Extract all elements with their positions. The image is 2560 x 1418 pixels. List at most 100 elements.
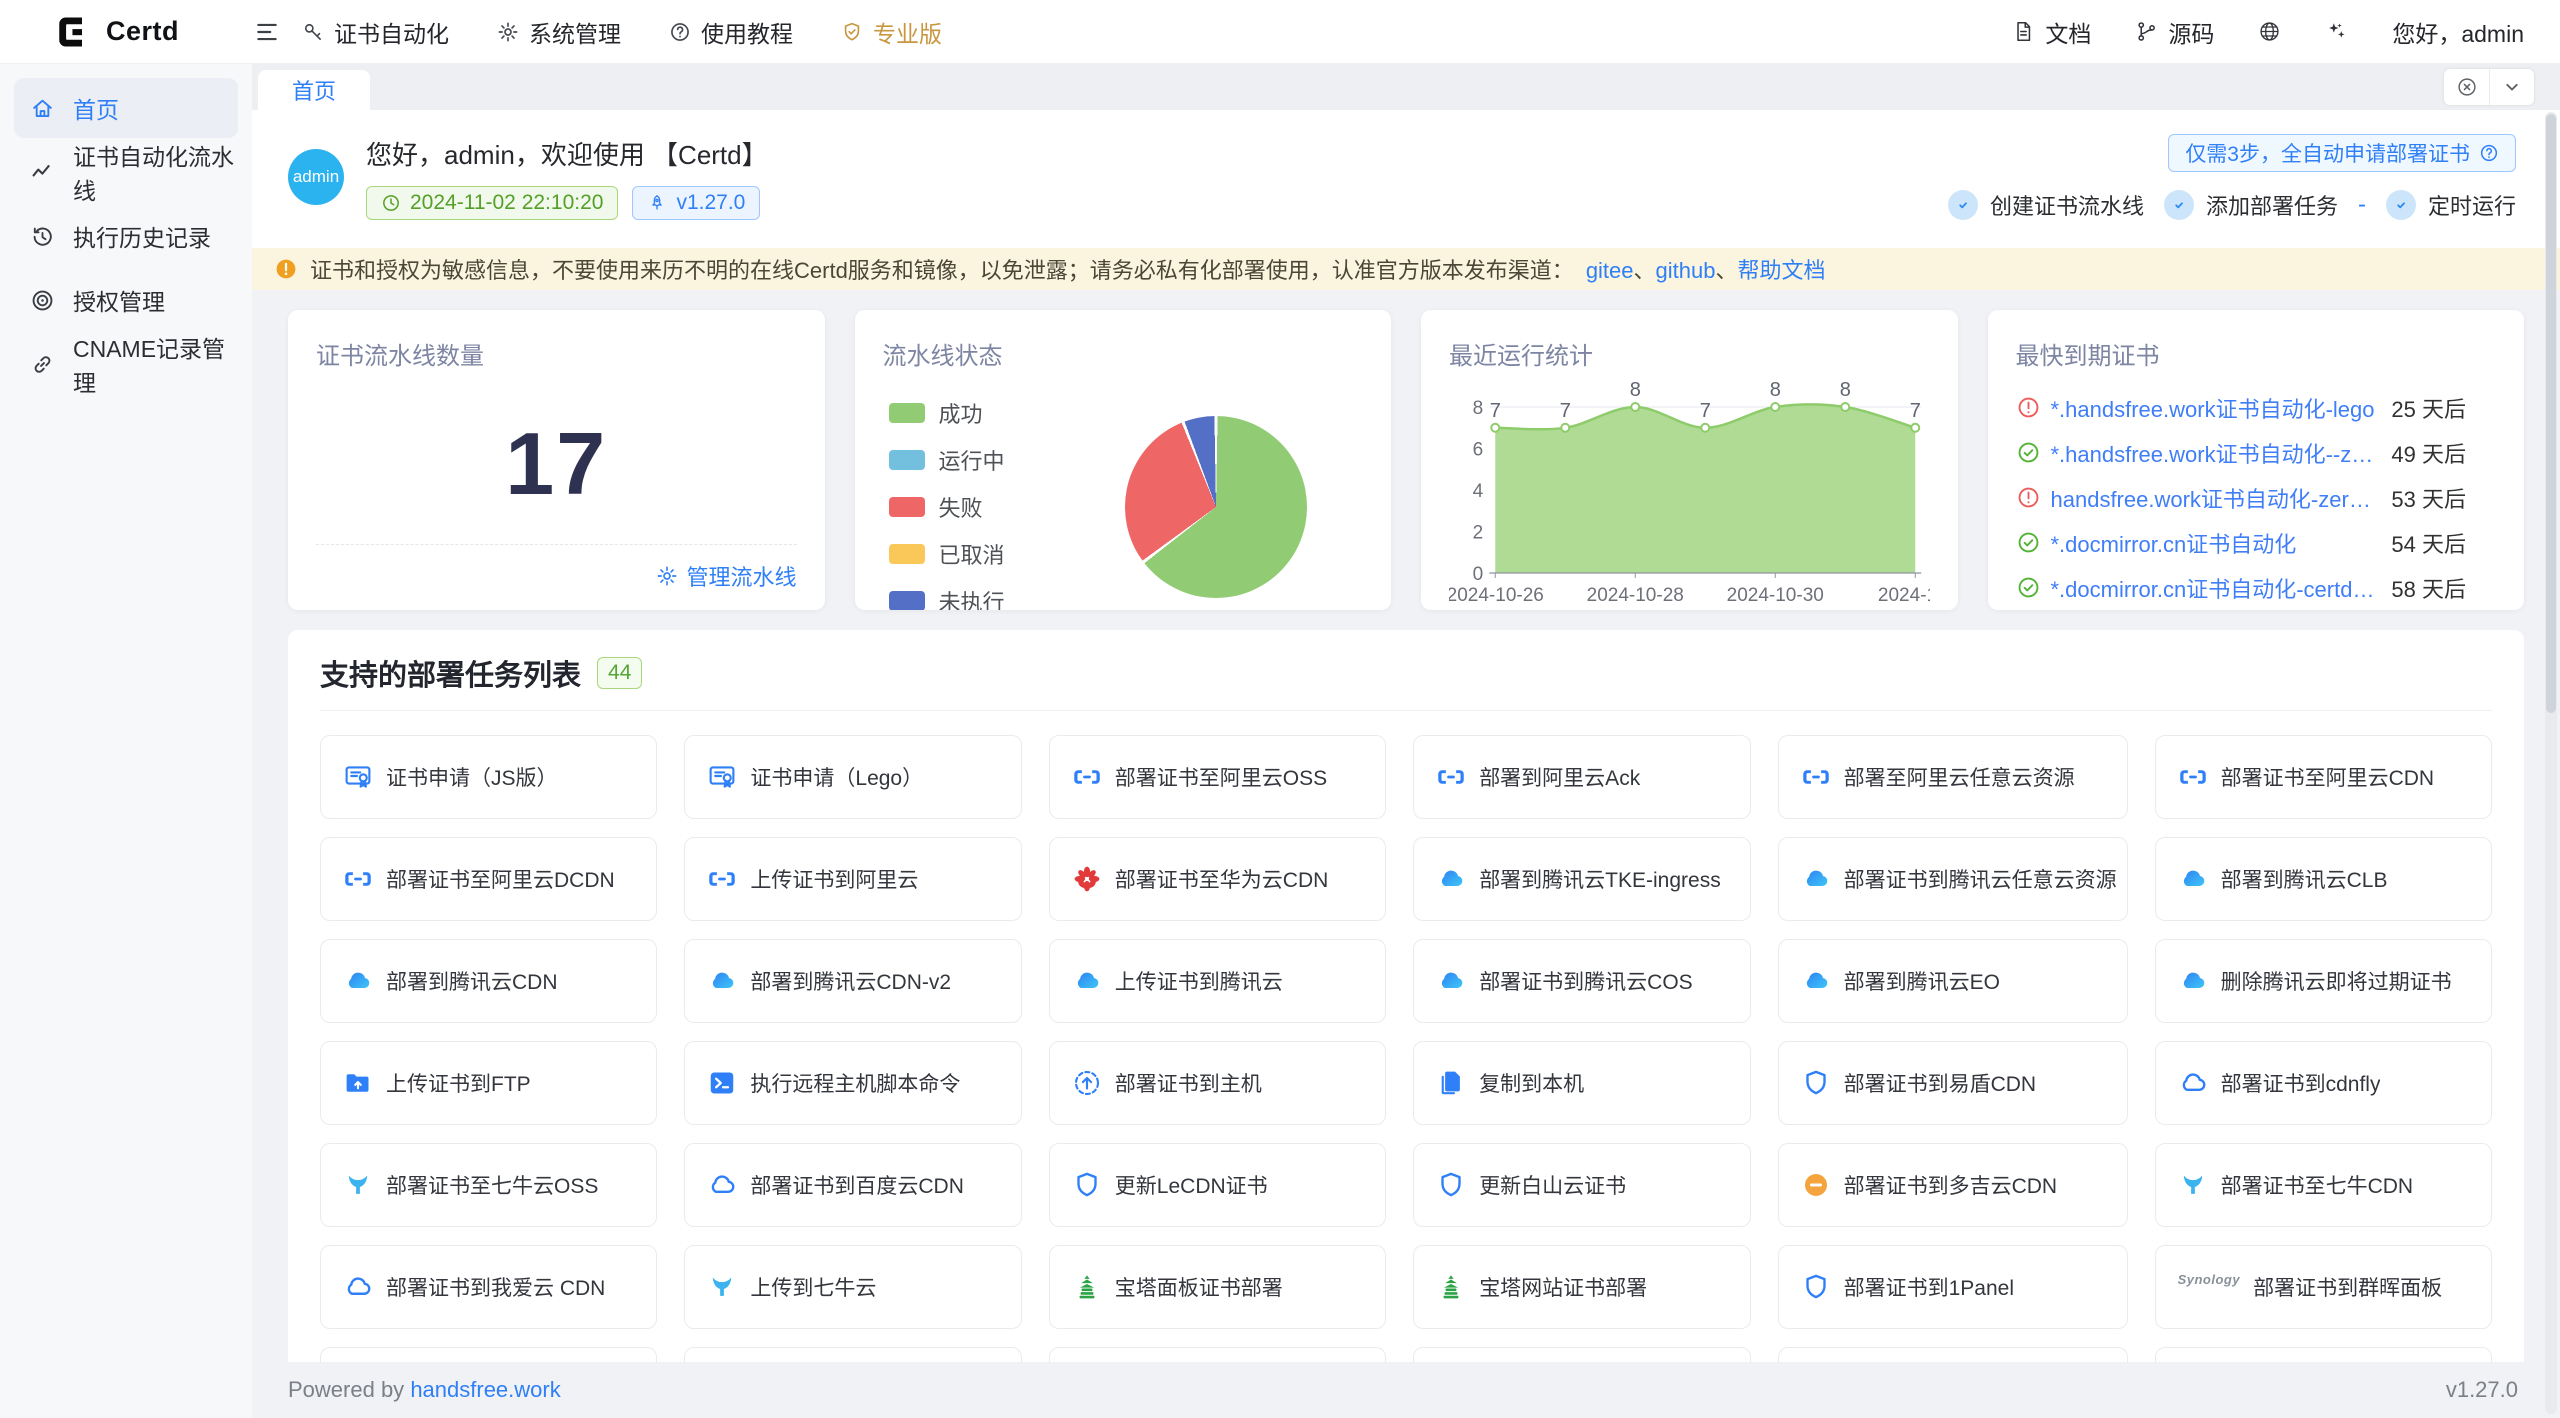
task-card[interactable]: 部署证书至阿里云DCDN [320,837,657,921]
y-tick-label: 2 [1473,523,1484,544]
task-card[interactable]: 上传证书到阿里云 [684,837,1021,921]
task-card[interactable]: 更新LeCDN证书 [1049,1143,1386,1227]
task-card[interactable]: 证书申请（JS版） [320,735,657,819]
top-menu-pro-edition[interactable]: 专业版 [841,15,942,49]
tab-home[interactable]: 首页 [258,70,370,110]
question-circle-icon [669,21,691,43]
task-card[interactable]: 部署证书到多吉云CDN [1778,1143,2128,1227]
task-card[interactable]: 部署到腾讯云TKE-ingress [1413,837,1750,921]
task-card[interactable]: 部署证书至华为云CDN [1049,837,1386,921]
task-card[interactable]: 宝塔网站证书部署 [1413,1245,1750,1329]
task-card[interactable]: 证书申请（Lego） [684,735,1021,819]
task-card[interactable]: 部署证书到cdnfly [2155,1041,2492,1125]
warning-circle-icon [2016,485,2041,510]
task-label: 上传证书到阿里云 [750,864,918,894]
tab-close-button[interactable] [2444,69,2489,105]
page-footer: Powered by handsfree.work v1.27.0 [252,1362,2560,1418]
task-label: 部署证书到多吉云CDN [1844,1170,2058,1200]
task-card[interactable]: 部署证书到腾讯云任意云资源 [1778,837,2128,921]
legend-item-未执行[interactable]: 未执行 [889,585,1005,610]
promo-pill[interactable]: 仅需3步，全自动申请部署证书 [2168,134,2516,172]
onboarding-step-label: 添加部署任务 [2206,189,2338,221]
data-label: 8 [1770,379,1781,401]
scrollbar-thumb[interactable] [2546,114,2556,713]
expiring-cert-link[interactable]: *.handsfree.work证书自动化--zerossl [2051,437,2376,469]
task-label: 部署至阿里云任意云资源 [1844,762,2075,792]
task-card-partial[interactable] [2155,1347,2492,1362]
legend-label: 运行中 [939,444,1005,476]
handsfree-link[interactable]: handsfree.work [410,1377,560,1402]
notice-link-github[interactable]: github [1656,258,1716,283]
expiring-cert-row: handsfree.work证书自动化-zerossl53 天后 [2016,475,2497,520]
content-scrollbar[interactable] [2545,112,2557,1414]
task-card-partial[interactable] [1778,1347,2128,1362]
expiring-cert-link[interactable]: *.docmirror.cn证书自动化-certd-doc [2051,572,2376,604]
task-card[interactable]: 部署证书到主机 [1049,1041,1386,1125]
task-label: 部署到腾讯云EO [1844,966,2000,996]
task-card[interactable]: 上传到七牛云 [684,1245,1021,1329]
task-card[interactable]: 部署证书至七牛云OSS [320,1143,657,1227]
sidebar-item-cname-records[interactable]: CNAME记录管理 [14,334,238,394]
task-card[interactable]: 部署到腾讯云EO [1778,939,2128,1023]
notice-link-gitee[interactable]: gitee [1586,258,1634,283]
legend-item-运行中[interactable]: 运行中 [889,444,1005,476]
topbar-source-code[interactable]: 源码 [2135,15,2214,49]
task-card-partial[interactable] [1049,1347,1386,1362]
recent-runs-card: 最近运行统计 024682024-10-262024-10-282024-10-… [1421,310,1958,610]
legend-item-成功[interactable]: 成功 [889,397,1005,429]
task-card[interactable]: 部署到腾讯云CDN-v2 [684,939,1021,1023]
sidebar-item-authorizations-label: 授权管理 [73,283,165,317]
task-card[interactable]: 执行远程主机脚本命令 [684,1041,1021,1125]
card-title: 最近运行统计 [1449,336,1930,371]
task-card[interactable]: 部署证书到百度云CDN [684,1143,1021,1227]
task-card[interactable]: 部署到阿里云Ack [1413,735,1750,819]
task-card[interactable]: 删除腾讯云即将过期证书 [2155,939,2492,1023]
task-card[interactable]: 部署到腾讯云CLB [2155,837,2492,921]
task-card[interactable]: 更新白山云证书 [1413,1143,1750,1227]
sidebar-item-authorizations[interactable]: 授权管理 [14,270,238,330]
sidebar-item-history[interactable]: 执行历史记录 [14,206,238,266]
task-card-partial[interactable] [320,1347,657,1362]
qiniu-icon [343,1170,373,1200]
topbar-language[interactable] [2258,20,2281,43]
topbar-docs[interactable]: 文档 [2012,15,2091,49]
task-card[interactable]: 部署证书至阿里云OSS [1049,735,1386,819]
sidebar-collapse-icon[interactable] [254,19,280,45]
task-card[interactable]: 部署到腾讯云CDN [320,939,657,1023]
task-card[interactable]: 部署证书到易盾CDN [1778,1041,2128,1125]
task-card[interactable]: 部署证书到腾讯云COS [1413,939,1750,1023]
task-card[interactable]: 部署至阿里云任意云资源 [1778,735,2128,819]
sidebar-item-home[interactable]: 首页 [14,78,238,138]
task-card[interactable]: 部署证书到我爱云 CDN [320,1245,657,1329]
expiring-cert-link[interactable]: handsfree.work证书自动化-zerossl [2051,482,2376,514]
sidebar-item-home-label: 首页 [73,91,119,125]
aliyun-icon [1436,762,1466,792]
top-menu-cert-automation[interactable]: 证书自动化 [302,15,449,49]
task-card[interactable]: 部署证书至七牛CDN [2155,1143,2492,1227]
top-menu-system-management[interactable]: 系统管理 [497,15,621,49]
topbar-user-greeting[interactable]: 您好，admin [2392,15,2524,49]
legend-item-失败[interactable]: 失败 [889,491,1005,523]
task-card[interactable]: 复制到本机 [1413,1041,1750,1125]
task-card[interactable]: 上传证书到FTP [320,1041,657,1125]
notice-link-帮助文档[interactable]: 帮助文档 [1738,258,1826,283]
task-card-partial[interactable] [1413,1347,1750,1362]
expiring-cert-link[interactable]: *.handsfree.work证书自动化-lego [2051,392,2375,424]
manage-pipelines-link[interactable]: 管理流水线 [656,560,796,592]
task-label: 部署到阿里云Ack [1479,762,1640,792]
avatar[interactable]: admin [288,149,344,205]
task-card[interactable]: 部署证书至阿里云CDN [2155,735,2492,819]
task-card[interactable]: 宝塔面板证书部署 [1049,1245,1386,1329]
topbar-theme[interactable] [2325,20,2348,43]
version-badge: v1.27.0 [632,186,760,220]
task-card[interactable]: 部署证书到1Panel [1778,1245,2128,1329]
tab-menu-button[interactable] [2489,69,2534,105]
sidebar-item-pipelines[interactable]: 证书自动化流水线 [14,142,238,202]
top-menu-tutorial[interactable]: 使用教程 [669,15,793,49]
expiring-cert-link[interactable]: *.docmirror.cn证书自动化 [2051,527,2297,559]
task-card[interactable]: 上传证书到腾讯云 [1049,939,1386,1023]
legend-item-已取消[interactable]: 已取消 [889,538,1005,570]
top-header: Certd 证书自动化系统管理使用教程专业版 文档源码您好，admin [0,0,2560,64]
task-card-partial[interactable] [684,1347,1021,1362]
task-card[interactable]: Synology部署证书到群晖面板 [2155,1245,2492,1329]
